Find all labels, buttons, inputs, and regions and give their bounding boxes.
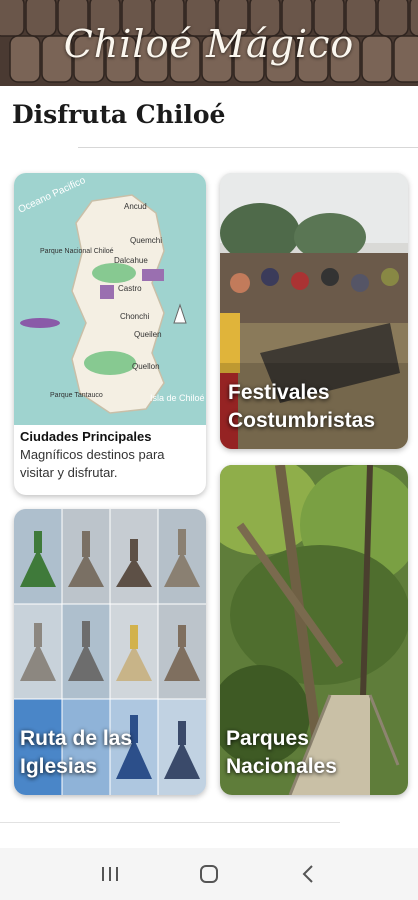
card-title: Ruta de las Iglesias xyxy=(20,727,133,778)
content-divider xyxy=(0,822,340,823)
map-label-isla: Isla de Chiloé xyxy=(150,393,205,403)
recents-icon[interactable] xyxy=(90,854,130,894)
system-navbar xyxy=(0,848,418,900)
back-icon[interactable] xyxy=(288,854,328,894)
map-label-pn-chiloe: Parque Nacional Chiloé xyxy=(40,248,114,255)
card-title: Parques Nacionales xyxy=(226,727,337,778)
home-icon[interactable] xyxy=(189,854,229,894)
card-ciudades-principales[interactable]: Oceano Pacifico Ancud Quemchi Dalcahue C… xyxy=(14,173,206,495)
map-label-dalcahue: Dalcahue xyxy=(114,256,148,265)
card-title: Ciudades Principales xyxy=(20,429,152,444)
map-label-tantauco: Parque Tantauco xyxy=(50,392,103,399)
app-title: Chiloé Mágico xyxy=(63,22,355,66)
card-festivales-costumbristas[interactable]: Festivales Costumbristas xyxy=(220,173,408,449)
map-label-quemchi: Quemchi xyxy=(130,236,162,245)
map-label-quellon: Quellon xyxy=(132,362,160,371)
map-label-castro: Castro xyxy=(118,284,142,293)
map-label-ancud: Ancud xyxy=(124,202,147,211)
card-description: Magníficos destinos para visitar y disfr… xyxy=(20,447,165,480)
map-label-chonchi: Chonchi xyxy=(120,312,150,321)
card-ruta-iglesias[interactable]: Ruta de las Iglesias xyxy=(14,509,206,795)
section-title: Disfruta Chiloé xyxy=(12,100,226,129)
card-caption: Ciudades Principales Magníficos destinos… xyxy=(20,429,200,482)
section-divider xyxy=(78,147,418,148)
map-label-queilen: Queilen xyxy=(134,330,162,339)
card-title: Festivales Costumbristas xyxy=(228,381,376,432)
chiloe-map-image: Oceano Pacifico Ancud Quemchi Dalcahue C… xyxy=(14,173,206,425)
card-parques-nacionales[interactable]: Parques Nacionales xyxy=(220,465,408,795)
header-banner: Chiloé Mágico xyxy=(0,0,418,86)
